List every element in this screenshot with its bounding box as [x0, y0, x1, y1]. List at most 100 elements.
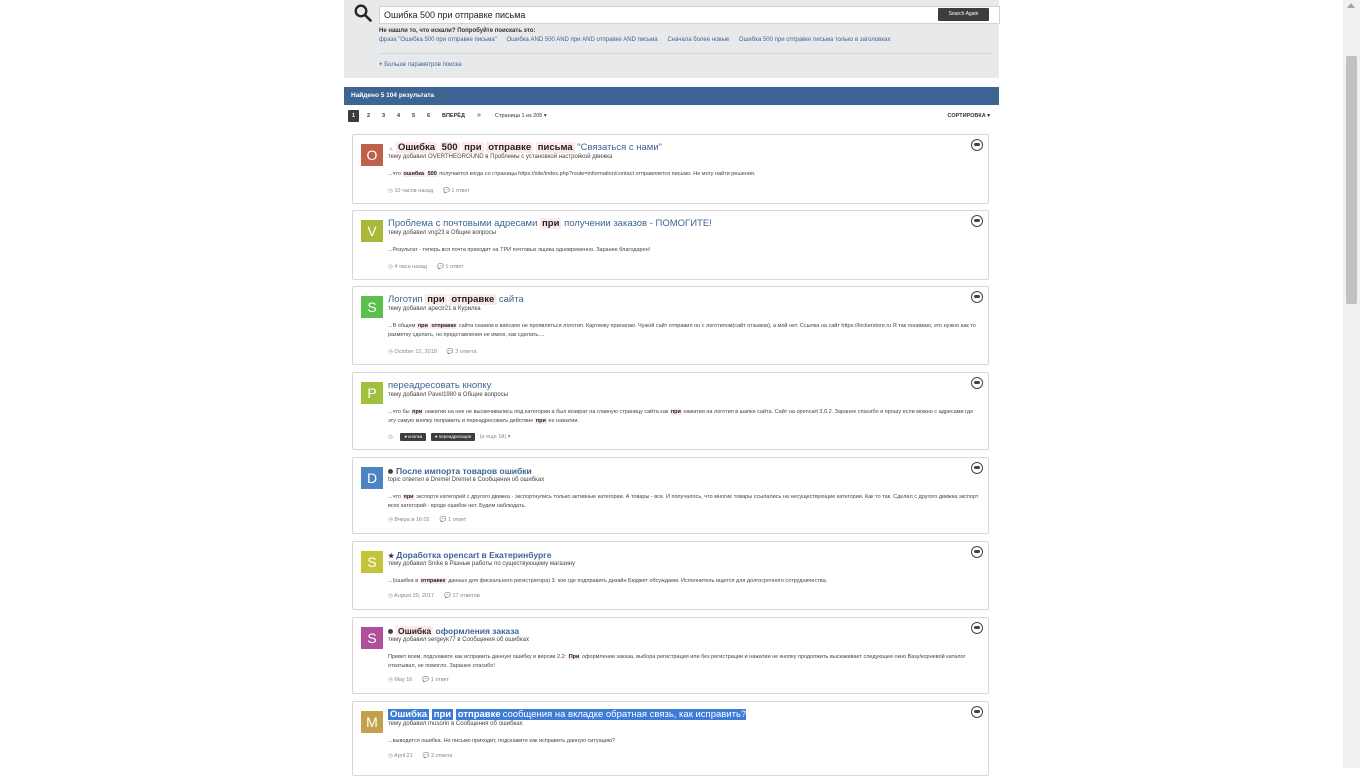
result-snippet: ...В общем при отправке сайта скажем в в… — [388, 323, 976, 338]
time-ago: ◷ August 30, 2017 — [388, 593, 435, 599]
result-card: D После импорта товаров ошибки topic отв… — [352, 457, 989, 534]
last-page-button[interactable]: » — [477, 110, 481, 122]
reply-count: 💬 17 ответов — [444, 593, 480, 599]
avatar[interactable]: M — [361, 711, 383, 733]
page-button-2[interactable]: 2 — [363, 110, 374, 122]
reply-count: 💬 1 ответ — [437, 264, 464, 270]
result-stats: ◷ May 16 💬 1 ответ — [388, 677, 449, 683]
result-card: S ★ Доработка opencart в Екатеринбурге те… — [352, 541, 989, 610]
result-title-link[interactable]: Ошибка при отправке сообщения на вкладке … — [388, 709, 747, 720]
result-stats: ◷ 4 часа назад 💬 1 ответ — [388, 264, 464, 270]
comment-icon — [971, 622, 983, 634]
comment-icon — [971, 291, 983, 303]
result-meta: тему добавил Snike в Разные работы по су… — [388, 561, 576, 567]
star-icon: ★ — [388, 553, 395, 560]
time-ago: ◷ October 12, 2018 — [388, 349, 437, 355]
result-stats: ◷ April 21 💬 2 ответа — [388, 753, 452, 759]
result-title-link[interactable]: Логотип при отправке сайта — [388, 294, 524, 305]
reply-count: 💬 2 ответа — [422, 753, 453, 759]
result-meta: тему добавил apectr21 в Курилка — [388, 306, 481, 312]
result-title-link[interactable]: После импорта товаров ошибки — [388, 466, 532, 476]
suggestion-link[interactable]: Ошибка AND 500 AND при AND отправке AND … — [507, 37, 658, 43]
page-button-6[interactable]: 6 — [423, 110, 434, 122]
time-ago: ◷ April 21 — [388, 753, 413, 759]
more-search-params-link[interactable]: + Больше параметров поиска — [379, 62, 462, 68]
avatar[interactable]: O — [361, 144, 383, 166]
avatar[interactable]: S — [361, 551, 383, 573]
clock-icon: ◷ — [388, 434, 393, 441]
plus-icon: + — [379, 62, 383, 68]
search-icon — [354, 4, 372, 22]
result-snippet: ...что ошибка 500 получается когда со ст… — [388, 171, 756, 177]
result-card: P переадресовать кнопку тему добавил Pav… — [352, 372, 989, 450]
reply-count: 💬 1 ответ — [422, 677, 450, 683]
result-card: M Ошибка при отправке сообщения на вкладк… — [352, 701, 989, 776]
scroll-up-icon[interactable] — [1347, 3, 1355, 8]
comment-icon — [971, 139, 983, 151]
page-button-1[interactable]: 1 — [348, 110, 359, 122]
more-tags-link[interactable]: (и еще 1й) ▾ — [480, 434, 511, 440]
result-title-link[interactable]: Ошибка оформления заказа — [388, 626, 519, 636]
avatar[interactable]: S — [361, 627, 383, 649]
result-card: S Логотип при отправке сайта тему добави… — [352, 286, 989, 365]
result-meta: тему добавил musorin в Сообщения об ошиб… — [388, 721, 523, 727]
results-count-bar: Найдено 5 104 результата — [344, 87, 999, 105]
tag-badge[interactable]: ● кнопка — [400, 433, 427, 441]
result-snippet: ...Результат - теперь вся почта приходит… — [388, 247, 651, 253]
result-meta: тему добавил sergeyk77 в Сообщения об ош… — [388, 637, 529, 643]
reply-count: 💬 1 ответ — [443, 188, 470, 194]
search-input[interactable] — [379, 6, 1000, 24]
next-page-button[interactable]: ВПЕРЁД — [442, 110, 465, 122]
pin-icon — [388, 469, 393, 475]
reply-count: 💬 3 ответа — [446, 349, 477, 355]
result-stats: ◷ October 12, 2018 💬 3 ответа — [388, 349, 477, 355]
result-title-link[interactable]: ★ Доработка opencart в Екатеринбурге — [388, 550, 551, 560]
page-button-3[interactable]: 3 — [378, 110, 389, 122]
sort-dropdown[interactable]: СОРТИРОВКА ▾ — [948, 110, 991, 122]
comment-icon — [971, 462, 983, 474]
time-ago: ◷ May 16 — [388, 677, 413, 683]
result-snippet: ...что бы при нажатии на нее не высвечив… — [388, 409, 974, 424]
divider — [379, 53, 991, 54]
comment-icon — [971, 706, 983, 718]
pagination: 1 2 3 4 5 6 ВПЕРЁД » Страница 1 из 205 ▾… — [348, 110, 996, 122]
search-panel: Search Again Не нашли то, что искали? По… — [344, 0, 1000, 78]
page-jump-dropdown[interactable]: Страница 1 из 205 ▾ — [495, 110, 547, 122]
time-ago: ◷ 10 часов назад — [388, 188, 434, 194]
result-snippet: ...что при экспорте категорий с другого … — [388, 494, 979, 509]
result-meta: тему добавил OVERTHEGROUND в Проблемы с … — [388, 154, 613, 160]
not-found-hint: Не нашли то, что искали? Попробуйте поис… — [379, 28, 536, 34]
reply-count: 💬 1 ответ — [439, 517, 467, 523]
tag-badge[interactable]: ● переадресация — [430, 433, 476, 441]
scrollbar-thumb[interactable] — [1346, 56, 1357, 304]
comment-icon — [971, 546, 983, 558]
avatar[interactable]: S — [361, 296, 383, 318]
vertical-scrollbar[interactable] — [1343, 0, 1360, 768]
avatar[interactable]: P — [361, 382, 383, 404]
suggestion-link[interactable]: Сначала более новые — [667, 37, 729, 43]
page-button-5[interactable]: 5 — [408, 110, 419, 122]
result-stats: ◷ 10 часов назад 💬 1 ответ — [388, 188, 470, 194]
suggestion-link[interactable]: фраза "Ошибка 500 при отправке письма" — [379, 37, 497, 43]
result-card: O ▲ Ошибка 500 при отправке письма "Связа… — [352, 134, 989, 204]
search-suggestions: фраза "Ошибка 500 при отправке письма" О… — [379, 37, 898, 43]
page-button-4[interactable]: 4 — [393, 110, 404, 122]
result-title-link[interactable]: переадресовать кнопку — [388, 380, 491, 391]
result-meta: topic ответил в Dremel Dremel в Сообщени… — [388, 477, 545, 483]
result-title-link[interactable]: Проблема с почтовыми адресами при получе… — [388, 218, 712, 229]
comment-icon — [971, 377, 983, 389]
result-title-link[interactable]: ▲ Ошибка 500 при отправке письма "Связать… — [388, 142, 662, 153]
time-ago: ◷ Вчера в 16:02 — [388, 517, 430, 523]
avatar[interactable]: V — [361, 220, 383, 242]
result-card: S Ошибка оформления заказа тему добавил … — [352, 617, 989, 694]
result-stats: ◷ Вчера в 16:02 💬 1 ответ — [388, 517, 466, 523]
suggestion-link[interactable]: Ошибка 500 при отправке письма только в … — [739, 37, 891, 43]
search-results-container: Search Again Не нашли то, что искали? По… — [344, 0, 1000, 776]
result-meta: тему добавил Pavel1980 в Общие вопросы — [388, 392, 509, 398]
result-snippet: Привет всем, подскажите как исправить да… — [388, 654, 966, 669]
result-stats: ◷ August 30, 2017 💬 17 ответов — [388, 593, 480, 599]
result-meta: тему добавил vng23 в Общие вопросы — [388, 230, 497, 236]
search-again-button[interactable]: Search Again — [938, 8, 989, 21]
arrow-icon: ▲ — [388, 146, 394, 152]
avatar[interactable]: D — [361, 467, 383, 489]
